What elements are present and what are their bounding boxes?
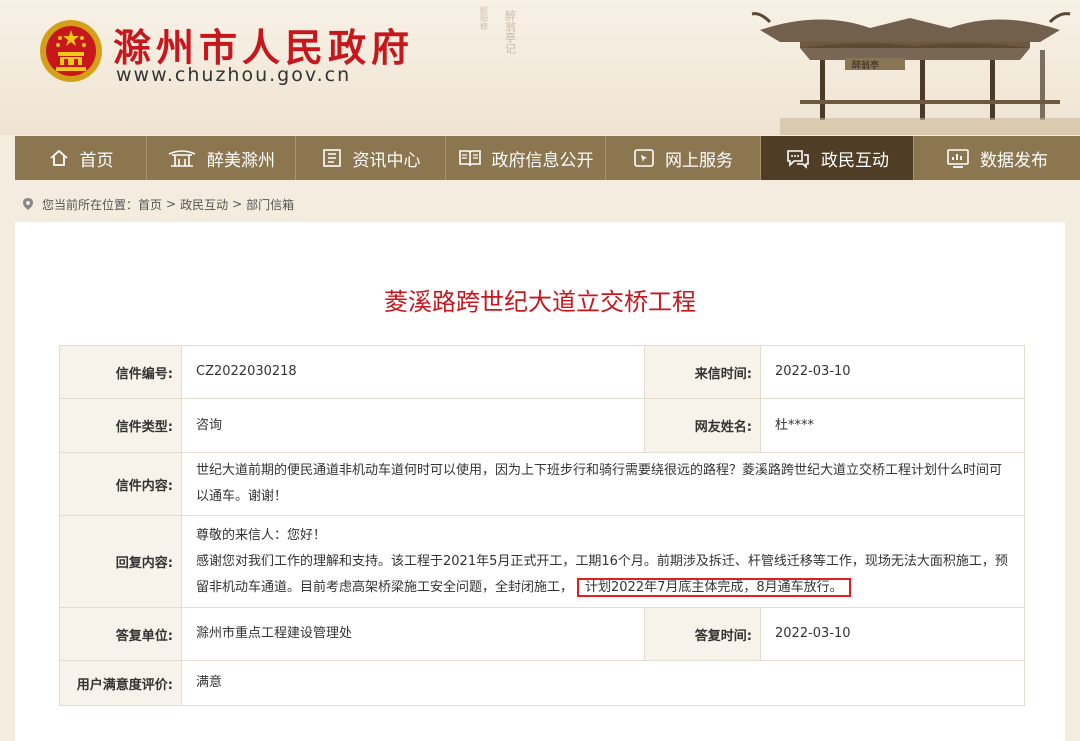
author-label: 网友姓名: <box>644 398 761 453</box>
breadcrumb-item-mailbox[interactable]: 部门信箱 <box>246 196 294 213</box>
document-icon <box>322 149 341 167</box>
nav-item-home[interactable]: 首页 <box>15 136 147 180</box>
table-row: 用户满意度评价: 满意 <box>59 660 1025 706</box>
pavilion-icon <box>168 150 196 167</box>
breadcrumb: 您当前所在位置： 首页 > 政民互动 > 部门信箱 <box>22 195 294 213</box>
nav-item-news[interactable]: 资讯中心 <box>296 136 446 180</box>
table-row: 信件编号: CZ2022030218 来信时间: 2022-03-10 <box>59 345 1025 399</box>
calligraphy-decoration-icon: 醉翁亭记 欧阳修 <box>480 5 517 54</box>
breadcrumb-separator: > <box>166 197 177 211</box>
calligraphy-author: 欧阳修 <box>480 5 489 31</box>
reply-value: 尊敬的来信人：您好！ 感谢您对我们工作的理解和支持。该工程于2021年5月正式开… <box>181 515 1025 608</box>
letter-title: 菱溪路跨世纪大道立交桥工程 <box>384 288 696 316</box>
date-label: 来信时间: <box>644 345 761 399</box>
table-row: 答复单位: 滁州市重点工程建设管理处 答复时间: 2022-03-10 <box>59 607 1025 661</box>
nav-label: 政民互动 <box>821 150 889 171</box>
calligraphy-text: 醉翁亭记 <box>504 9 517 54</box>
reply-label: 回复内容: <box>59 515 182 608</box>
table-row: 信件类型: 咨询 网友姓名: 杜**** <box>59 398 1025 453</box>
nav-label: 资讯中心 <box>352 150 421 171</box>
breadcrumb-item-interaction[interactable]: 政民互动 <box>180 196 228 213</box>
table-row: 信件内容: 世纪大道前期的便民通道非机动车道何时可以使用，因为上下班步行和骑行需… <box>59 452 1025 516</box>
nav-item-interaction[interactable]: 政民互动 <box>761 136 914 180</box>
type-label: 信件类型: <box>59 398 182 453</box>
rating-label: 用户满意度评价: <box>59 660 182 706</box>
nav-item-gov-info[interactable]: 政府信息公开 <box>446 136 606 180</box>
author-value: 杜**** <box>760 398 1025 453</box>
table-row: 回复内容: 尊敬的来信人：您好！ 感谢您对我们工作的理解和支持。该工程于2021… <box>59 515 1025 608</box>
breadcrumb-separator: > <box>232 197 243 211</box>
nav-item-scenery[interactable]: 醉美滁州 <box>147 136 296 180</box>
date-value: 2022-03-10 <box>760 345 1025 399</box>
chart-icon <box>947 149 969 168</box>
nav-label: 网上服务 <box>665 150 733 171</box>
number-value: CZ2022030218 <box>181 345 645 399</box>
reply-highlight: 计划2022年7月底主体完成，8月通车放行。 <box>577 577 851 597</box>
nav-label: 政府信息公开 <box>491 150 594 171</box>
content-label: 信件内容: <box>59 452 182 516</box>
nav-item-data[interactable]: 数据发布 <box>914 136 1080 180</box>
breadcrumb-item-home[interactable]: 首页 <box>138 196 162 213</box>
letter-table: 信件编号: CZ2022030218 来信时间: 2022-03-10 信件类型… <box>59 345 1025 706</box>
letter-card: 菱溪路跨世纪大道立交桥工程 信件编号: CZ2022030218 来信时间: 2… <box>15 222 1065 741</box>
reply-date-value: 2022-03-10 <box>760 607 1025 661</box>
number-label: 信件编号: <box>59 345 182 399</box>
unit-value: 滁州市重点工程建设管理处 <box>181 607 645 661</box>
home-icon <box>49 149 68 166</box>
content-value: 世纪大道前期的便民通道非机动车道何时可以使用，因为上下班步行和骑行需要绕很远的路… <box>181 452 1025 516</box>
type-value: 咨询 <box>181 398 645 453</box>
nav-label: 醉美滁州 <box>207 150 275 171</box>
rating-value: 满意 <box>181 660 1025 706</box>
reply-greeting: 尊敬的来信人：您好！ <box>196 527 327 543</box>
unit-label: 答复单位: <box>59 607 182 661</box>
breadcrumb-prefix: 您当前所在位置： <box>42 197 139 212</box>
location-pin-icon <box>23 198 33 210</box>
cursor-window-icon <box>634 149 654 167</box>
main-nav: 首页 醉美滁州 资讯中心 政府信息公开 网上服务 政民互动 数据发布 <box>15 136 1080 180</box>
reply-date-label: 答复时间: <box>644 607 761 661</box>
pavilion-illustration-icon: 醉翁亭 <box>751 12 1080 135</box>
nav-label: 数据发布 <box>980 150 1048 171</box>
nav-item-online-service[interactable]: 网上服务 <box>606 136 761 180</box>
book-icon <box>458 150 481 167</box>
chat-icon <box>787 150 809 169</box>
site-header: 滁州市人民政府 www.chuzhou.gov.cn 醉翁亭记 欧阳修 醉翁亭 <box>0 0 1080 135</box>
pavilion-plaque-text: 醉翁亭 <box>852 59 879 71</box>
site-url[interactable]: www.chuzhou.gov.cn <box>116 64 351 86</box>
national-emblem-icon <box>40 20 102 82</box>
nav-label: 首页 <box>79 150 114 171</box>
reply-body: 感谢您对我们工作的理解和支持。该工程于2021年5月正式开工，工期16个月。前期… <box>196 549 1010 601</box>
